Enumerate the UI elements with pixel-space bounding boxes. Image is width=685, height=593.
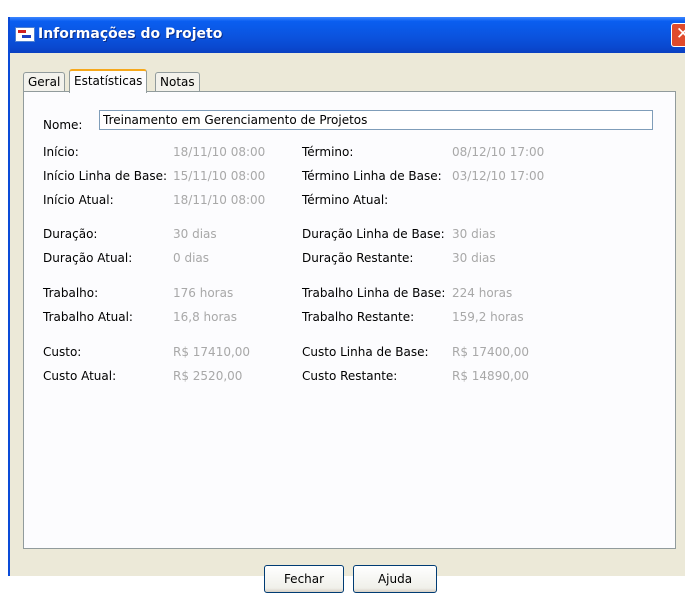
inicio-atual-value: 18/11/10 08:00 — [173, 193, 266, 207]
window-title: Informações do Projeto — [38, 26, 223, 42]
inicio-base-label: Início Linha de Base: — [43, 169, 168, 183]
custo-restante-label: Custo Restante: — [302, 369, 398, 383]
trabalho-atual-label: Trabalho Atual: — [43, 310, 133, 324]
fechar-button[interactable]: Fechar — [264, 565, 344, 593]
statistics-panel: Nome: Início: 18/11/10 08:00 Término: 08… — [23, 91, 676, 549]
duracao-atual-label: Duração Atual: — [43, 251, 133, 265]
trabalho-base-label: Trabalho Linha de Base: — [302, 286, 446, 300]
inicio-value: 18/11/10 08:00 — [173, 145, 266, 159]
tab-geral[interactable]: Geral — [23, 72, 66, 91]
termino-base-label: Término Linha de Base: — [302, 169, 442, 183]
tab-estatisticas[interactable]: Estatísticas — [69, 69, 148, 93]
trabalho-value: 176 horas — [173, 286, 234, 300]
project-info-dialog: Informações do Projeto ✕ Geral Estatísti… — [8, 17, 685, 593]
duracao-restante-label: Duração Restante: — [302, 251, 414, 265]
ajuda-button[interactable]: Ajuda — [353, 565, 437, 593]
termino-label: Término: — [302, 145, 354, 159]
termino-atual-label: Término Atual: — [302, 193, 389, 207]
close-icon[interactable]: ✕ — [671, 23, 685, 47]
custo-label: Custo: — [43, 345, 82, 359]
trabalho-atual-value: 16,8 horas — [173, 310, 238, 324]
duracao-base-value: 30 dias — [452, 227, 496, 241]
inicio-label: Início: — [43, 145, 79, 159]
trabalho-label: Trabalho: — [43, 286, 99, 300]
tab-notas[interactable]: Notas — [155, 72, 200, 91]
duracao-restante-value: 30 dias — [452, 251, 496, 265]
trabalho-restante-value: 159,2 horas — [452, 310, 524, 324]
custo-base-value: R$ 17400,00 — [452, 345, 530, 359]
trabalho-base-value: 224 horas — [452, 286, 513, 300]
duracao-atual-value: 0 dias — [173, 251, 210, 265]
nome-label: Nome: — [43, 118, 83, 132]
duracao-value: 30 dias — [173, 227, 217, 241]
custo-atual-label: Custo Atual: — [43, 369, 117, 383]
inicio-atual-label: Início Atual: — [43, 193, 114, 207]
custo-base-label: Custo Linha de Base: — [302, 345, 429, 359]
termino-base-value: 03/12/10 17:00 — [452, 169, 545, 183]
nome-field[interactable] — [99, 110, 653, 130]
duracao-base-label: Duração Linha de Base: — [302, 227, 445, 241]
custo-restante-value: R$ 14890,00 — [452, 369, 530, 383]
title-bar[interactable]: Informações do Projeto ✕ — [10, 17, 685, 53]
custo-value: R$ 17410,00 — [173, 345, 251, 359]
termino-value: 08/12/10 17:00 — [452, 145, 545, 159]
duracao-label: Duração: — [43, 227, 98, 241]
project-app-icon — [15, 27, 35, 42]
custo-atual-value: R$ 2520,00 — [173, 369, 243, 383]
inicio-base-value: 15/11/10 08:00 — [173, 169, 266, 183]
trabalho-restante-label: Trabalho Restante: — [302, 310, 415, 324]
